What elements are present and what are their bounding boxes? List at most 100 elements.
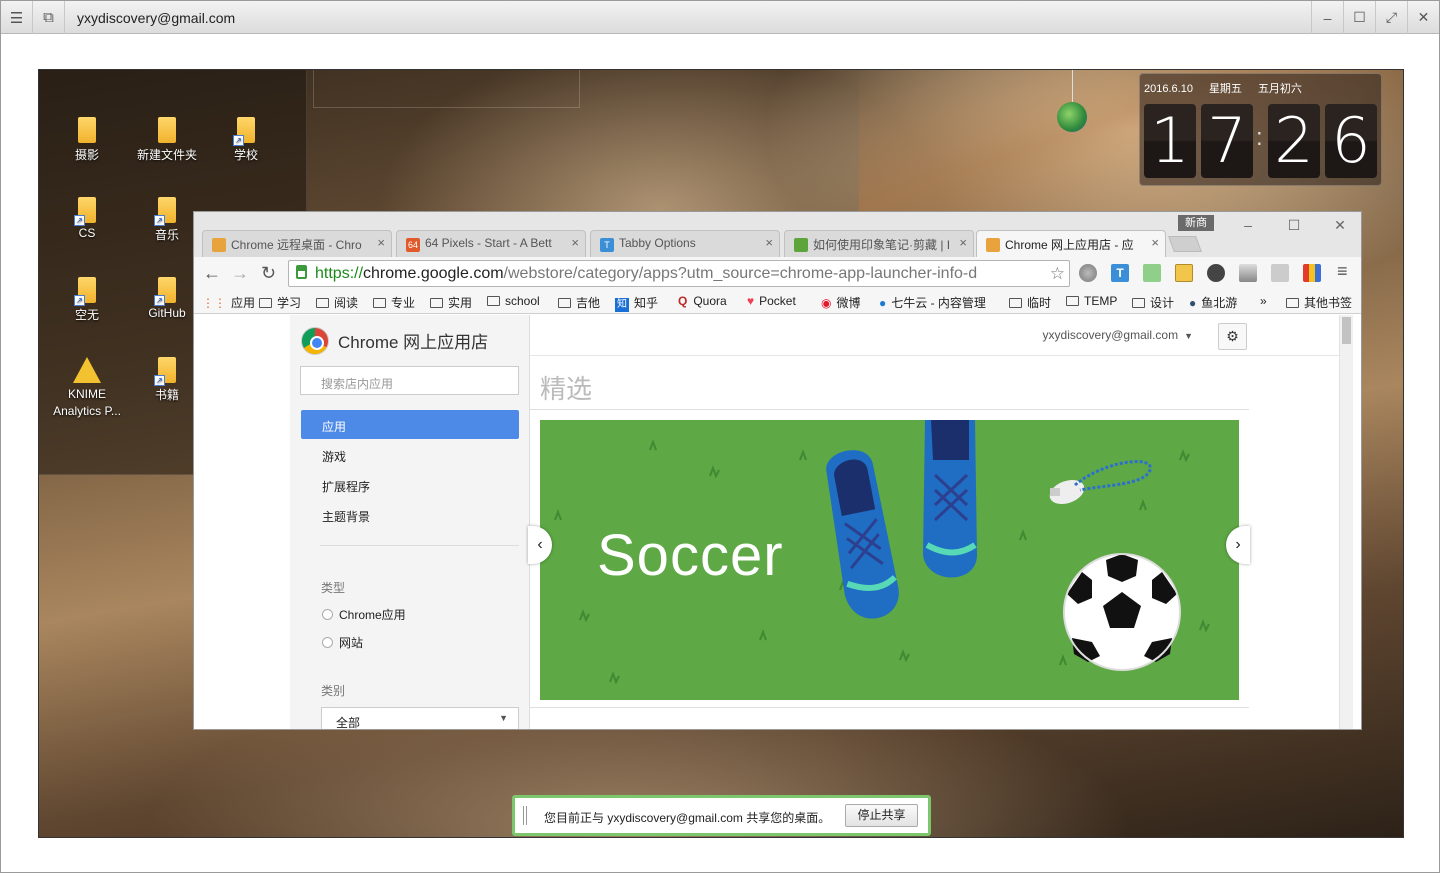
forward-icon[interactable]: → [231, 263, 249, 284]
bookmark-folder-study[interactable]: 学习 [259, 294, 301, 311]
radio-icon [322, 637, 333, 648]
folder-shortcut-icon: ↗ [74, 277, 96, 306]
desktop-icon-kongwu[interactable]: ↗ 空无 [47, 277, 127, 323]
folder-shortcut-icon: ↗ [233, 117, 255, 146]
weibo-icon: ◉ [821, 296, 832, 310]
clock-date-line: 2016.6.10 星期五 五月初六 [1144, 80, 1318, 96]
bookmark-folder-other[interactable]: 其他书签 [1286, 294, 1352, 311]
chrome-web-store-logo-icon[interactable] [301, 327, 329, 355]
clock-date: 2016.6.10 [1144, 83, 1193, 95]
tab-close-icon[interactable]: × [959, 235, 967, 250]
tab-close-icon[interactable]: × [1151, 235, 1159, 250]
category-extensions[interactable]: 扩展程序 [301, 470, 519, 499]
store-title[interactable]: Chrome 网上应用店 [338, 328, 488, 353]
close-button[interactable]: ✕ [1407, 1, 1439, 34]
minimize-button[interactable]: – [1311, 1, 1343, 34]
bookmark-weibo[interactable]: ◉ 微博 [821, 294, 861, 311]
bookmark-folder-design[interactable]: 设计 [1132, 294, 1174, 311]
tab-chrome-web-store[interactable]: Chrome 网上应用店 - 应 × [976, 230, 1166, 257]
bookmark-pocket[interactable]: ♥ Pocket [747, 294, 796, 308]
account-menu[interactable]: yxydiscovery@gmail.com ▼ [1043, 328, 1193, 342]
apps-grid-icon: ⋮⋮ [202, 296, 226, 310]
page-scrollbar[interactable] [1339, 315, 1353, 729]
tab-chrome-remote-desktop[interactable]: Chrome 远程桌面 - Chro × [202, 230, 392, 257]
rss-extension-icon[interactable] [1239, 264, 1257, 282]
bookmark-qiniu[interactable]: ● 七牛云 - 内容管理 [879, 294, 986, 311]
address-bar[interactable]: https://chrome.google.com/webstore/categ… [288, 260, 1070, 287]
stop-sharing-button[interactable]: 停止共享 [845, 804, 918, 827]
profile-badge[interactable]: 新商 [1178, 215, 1214, 231]
tab-64-pixels[interactable]: 64 64 Pixels - Start - A Bett × [396, 230, 586, 257]
desktop-icon-cs[interactable]: ↗ CS [47, 197, 127, 240]
chrome-maximize-button[interactable]: ☐ [1271, 214, 1317, 236]
bookmark-apps[interactable]: ⋮⋮ 应用 [202, 294, 255, 311]
bookmark-folder-reading[interactable]: 阅读 [316, 294, 358, 311]
web-store-icon [986, 238, 1000, 252]
desktop-icon-sheying[interactable]: 摄影 [47, 117, 127, 163]
gear-icon[interactable]: ⚙ [1218, 323, 1247, 350]
books-extension-icon[interactable] [1303, 264, 1321, 282]
evernote-extension-icon[interactable] [1207, 264, 1225, 282]
desktop-frame [313, 70, 580, 108]
chrome-minimize-button[interactable]: – [1225, 214, 1271, 236]
clock-minute-tens: 2 [1268, 104, 1320, 178]
type-radio-chrome-apps[interactable]: Chrome应用 [322, 606, 406, 623]
bookmark-folder-major[interactable]: 专业 [373, 294, 415, 311]
new-tab-button[interactable] [1168, 236, 1202, 252]
bookmark-folder-useful[interactable]: 实用 [430, 294, 472, 311]
category-games[interactable]: 游戏 [301, 440, 519, 469]
bookmark-folder-school[interactable]: school [487, 294, 540, 308]
tab-tabby-options[interactable]: T Tabby Options × [590, 230, 780, 257]
desktop-icon-new-folder[interactable]: 新建文件夹 [127, 117, 207, 163]
bookmark-star-icon[interactable]: ☆ [1050, 261, 1065, 286]
back-icon[interactable]: ← [203, 263, 221, 284]
scrollbar-thumb[interactable] [1342, 317, 1351, 344]
tabby-extension-icon[interactable]: T [1111, 264, 1129, 282]
menu-icon[interactable]: ☰ [1, 1, 33, 34]
desktop-icon-school[interactable]: ↗ 学校 [206, 117, 286, 163]
save-extension-icon[interactable] [1271, 264, 1289, 282]
bookmark-folder-guitar[interactable]: 吉他 [558, 294, 600, 311]
chrome-menu-icon[interactable]: ≡ [1337, 261, 1348, 282]
tab-close-icon[interactable]: × [377, 235, 385, 250]
bookmark-folder-temp[interactable]: TEMP [1066, 294, 1117, 308]
sound-extension-icon[interactable] [1143, 264, 1161, 282]
globe-extension-icon[interactable] [1079, 264, 1097, 282]
store-sidebar: Chrome 网上应用店 搜索店内应用 应用 游戏 扩展程序 主题背景 类型 C… [290, 315, 530, 729]
tab-close-icon[interactable]: × [765, 235, 773, 250]
desktop-icon-knime[interactable]: KNIME Analytics P... [47, 357, 127, 420]
category-themes[interactable]: 主题背景 [301, 500, 519, 529]
bookmarks-overflow[interactable]: » [1260, 294, 1267, 308]
zhihu-icon: 知 [615, 298, 629, 312]
reload-icon[interactable]: ↻ [261, 263, 276, 284]
globe-icon[interactable] [1057, 102, 1087, 132]
category-apps[interactable]: 应用 [301, 410, 519, 439]
notes-extension-icon[interactable] [1175, 264, 1193, 282]
bookmark-yubeiyou[interactable]: ● 鱼北游 [1189, 294, 1237, 311]
clock-hour-ones: 7 [1201, 104, 1253, 178]
chrome-close-button[interactable]: ✕ [1317, 214, 1361, 236]
kind-select[interactable]: 全部 ▼ [321, 707, 519, 729]
desktop-sharing-bar: 您目前正与 yxydiscovery@gmail.com 共享您的桌面。 停止共… [512, 795, 931, 836]
send-keys-icon[interactable]: ⧉ [33, 1, 65, 34]
maximize-button[interactable]: ☐ [1343, 1, 1375, 34]
tab-evernote-clipper[interactable]: 如何使用印象笔记·剪藏 | I × [784, 230, 974, 257]
remote-desktop-viewer-window: ☰ ⧉ yxydiscovery@gmail.com – ☐ ⤢ ✕ 摄影 新建… [0, 0, 1440, 873]
tab-close-icon[interactable]: × [571, 235, 579, 250]
clock-colon: : [1256, 124, 1263, 151]
bookmark-zhihu[interactable]: 知知乎 [615, 294, 658, 312]
store-search-input[interactable]: 搜索店内应用 [300, 366, 519, 395]
fullscreen-button[interactable]: ⤢ [1375, 1, 1407, 34]
featured-banner[interactable]: Soccer [540, 420, 1239, 700]
type-radio-websites[interactable]: 网站 [322, 634, 363, 651]
sharing-message: 您目前正与 yxydiscovery@gmail.com 共享您的桌面。 [544, 811, 831, 825]
folder-icon [1066, 296, 1079, 306]
bookmark-folder-temp-cn[interactable]: 临时 [1009, 294, 1051, 311]
drag-handle[interactable] [523, 806, 527, 825]
folder-shortcut-icon: ↗ [74, 197, 96, 226]
browser-toolbar: ← → ↻ https://chrome.google.com/webstore… [194, 257, 1361, 289]
web-store-page: Chrome 网上应用店 搜索店内应用 应用 游戏 扩展程序 主题背景 类型 C… [194, 315, 1361, 729]
qiniu-icon: ● [879, 296, 887, 310]
folder-icon [430, 298, 443, 308]
bookmark-quora[interactable]: Q Quora [678, 294, 727, 308]
